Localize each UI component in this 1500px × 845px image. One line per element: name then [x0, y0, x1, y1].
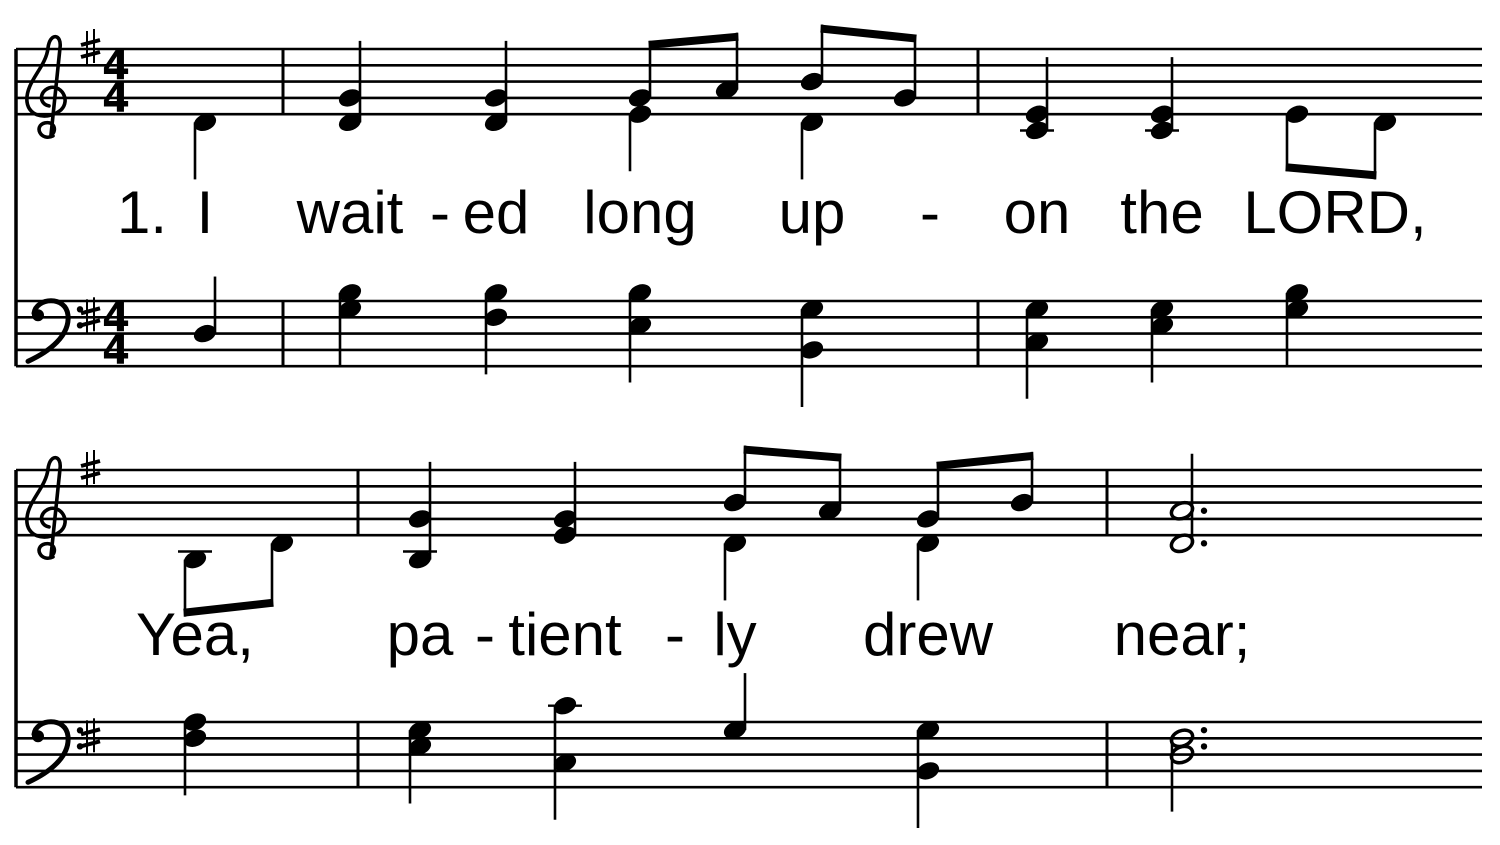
sharp-stroke [80, 318, 101, 328]
note-G3 [723, 673, 747, 739]
bass-clef-curve [25, 298, 71, 364]
sharp-stroke [80, 459, 101, 468]
note-G4 [893, 34, 917, 107]
sheet-music: 44441. Iwait - ed long up - on the LORD,Yea, pa - ti… [14, 24, 1482, 828]
lyric-syllable: 1. [117, 179, 167, 246]
lyric-syllable: - [475, 601, 495, 668]
lyric-syllable: long [583, 179, 696, 246]
sharp-icon [80, 718, 101, 755]
note-G3-B2 [916, 721, 940, 828]
lyric-syllable: drew [863, 601, 994, 668]
lyric-syllable: tient [508, 601, 622, 668]
augmentation-dot [1200, 726, 1208, 734]
note-A4 [818, 453, 842, 520]
lyric-syllable: up [779, 179, 846, 246]
bass-clef-curve [25, 719, 71, 785]
note-E4-C4 [1145, 57, 1179, 140]
beam [820, 24, 917, 43]
note-D4 [800, 113, 824, 180]
sharp-stroke [80, 50, 101, 59]
sharp-stroke [80, 739, 101, 749]
time-signature-bottom: 4 [102, 328, 130, 374]
lyric-syllable: the [1120, 179, 1203, 246]
note-A4 [715, 32, 739, 99]
note-A3-F3 [183, 713, 207, 796]
note-G4 [916, 461, 940, 528]
sharp-icon [80, 450, 101, 486]
treble-staff: 44 [16, 29, 1482, 139]
note-D4 [193, 113, 217, 180]
bass-staff: 44 [16, 296, 1482, 374]
lyric-syllable: I [197, 179, 214, 246]
sharp-icon [80, 29, 101, 65]
sharp-stroke [80, 306, 101, 316]
note-G4-D4 [338, 40, 362, 132]
note-B3-G3 [1285, 284, 1309, 367]
note-G3-B2 [800, 300, 824, 407]
lyric-syllable: near; [1114, 601, 1251, 668]
augmentation-dot [1200, 540, 1208, 547]
note-D4 [1373, 113, 1397, 180]
note-C4-C3 [548, 697, 582, 820]
sharp-stroke [80, 471, 101, 480]
lyric-syllable: ed [463, 179, 530, 246]
note-G3-C3 [1025, 300, 1049, 399]
note-F3-D3 [1169, 726, 1208, 812]
note-D4 [916, 534, 940, 601]
lyric-syllable: wait [296, 179, 404, 246]
treble-clef-icon [25, 455, 67, 560]
note-E4-C4 [1020, 57, 1054, 140]
augmentation-dot [1200, 507, 1208, 514]
note-G3-E3 [1150, 300, 1174, 383]
note-E4 [1285, 105, 1309, 172]
time-signature-bottom: 4 [102, 76, 130, 122]
beam [743, 445, 842, 462]
beam [1285, 163, 1377, 180]
sharp-icon [80, 297, 101, 334]
note-E4 [628, 105, 652, 172]
note-G4-E4 [553, 461, 577, 544]
lyric-syllable: - [430, 179, 450, 246]
note-B3-F3 [484, 284, 508, 375]
note-D4 [723, 534, 747, 601]
sharp-stroke [80, 38, 101, 47]
system-1: 44441. Iwait - ed long up - on the LORD, [14, 24, 1482, 407]
lyric-syllable: - [665, 601, 685, 668]
note-G4-B3 [403, 461, 437, 569]
note-D4 [270, 534, 294, 607]
treble-clef-icon [25, 34, 67, 139]
treble-staff [16, 450, 1482, 560]
note-G4 [628, 40, 652, 107]
note-G4-D4 [484, 40, 508, 132]
lyric-syllable: ly [713, 601, 756, 668]
augmentation-dot [1200, 743, 1208, 750]
beam [936, 451, 1034, 470]
sharp-stroke [80, 727, 101, 737]
note-G3-E3 [408, 721, 432, 804]
note-B3-G3 [338, 284, 362, 367]
lyric-syllable: LORD, [1243, 179, 1426, 246]
bass-staff [16, 718, 1482, 789]
system-2: Yea, pa - tient - ly drew near; [14, 445, 1482, 828]
beam [648, 32, 739, 49]
note-D3 [193, 276, 217, 343]
lyric-syllable: - [920, 179, 940, 246]
lyric-syllable: pa [387, 601, 454, 668]
lyric-syllable: on [1004, 179, 1071, 246]
note-B4 [800, 24, 824, 91]
note-B4 [723, 445, 747, 512]
